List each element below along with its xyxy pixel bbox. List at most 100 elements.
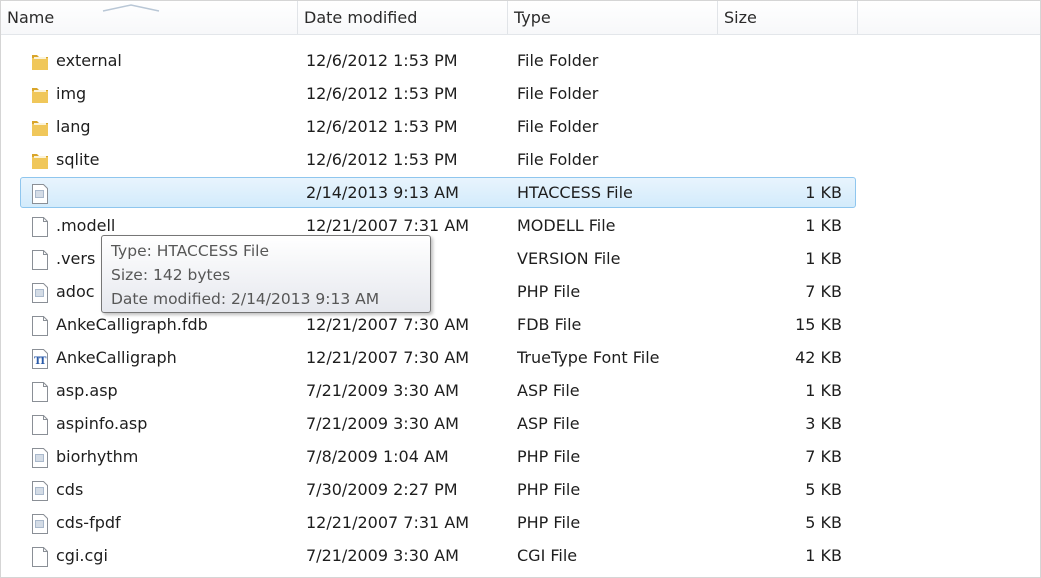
file-type: File Folder <box>517 150 599 169</box>
sort-arrow-icon <box>102 4 160 12</box>
file-info-tooltip: Type: HTACCESS File Size: 142 bytes Date… <box>101 235 431 313</box>
blank-file-icon <box>31 382 49 402</box>
column-header-name-label: Name <box>7 8 55 27</box>
file-row[interactable]: T T AnkeCalligraph 12/21/2007 7:30 AM TrueTy… <box>1 341 1040 374</box>
font-file-icon: TT <box>31 349 49 369</box>
file-size: 1 KB <box>805 183 842 202</box>
blank-file-icon <box>31 547 49 567</box>
file-size <box>717 77 842 110</box>
file-date-modified: 7/21/2009 3:30 AM <box>306 414 459 433</box>
file-date-modified: 12/6/2012 1:53 PM <box>306 51 458 70</box>
folder-icon <box>31 52 49 72</box>
file-name: lang <box>56 117 91 136</box>
tooltip-type: Type: HTACCESS File <box>111 242 269 260</box>
file-name: aspinfo.asp <box>56 414 148 433</box>
file-type: HTACCESS File <box>517 183 633 202</box>
file-type: TrueType Font File <box>517 348 660 367</box>
file-date-modified: 12/6/2012 1:53 PM <box>306 117 458 136</box>
file-list-view: Name Date modified Type Size external 12/… <box>0 0 1041 578</box>
file-size: 1 KB <box>805 546 842 565</box>
file-size: 7 KB <box>805 447 842 466</box>
column-header-name[interactable]: Name <box>1 1 298 34</box>
file-name: cds-fpdf <box>56 513 121 532</box>
svg-text:T: T <box>39 356 47 367</box>
file-name: AnkeCalligraph <box>56 348 177 367</box>
file-type: CGI File <box>517 546 578 565</box>
file-type: File Folder <box>517 51 599 70</box>
file-row[interactable]: cds-fpdf 12/21/2007 7:31 AM PHP File 5 KB <box>1 506 1040 539</box>
file-row[interactable]: 2/14/2013 9:13 AM HTACCESS File 1 KB <box>1 176 1040 209</box>
file-size: 5 KB <box>805 480 842 499</box>
file-size: 1 KB <box>805 216 842 235</box>
file-type: PHP File <box>517 282 581 301</box>
file-type: PHP File <box>517 480 581 499</box>
blank-file-icon <box>31 316 49 336</box>
column-header-date[interactable]: Date modified <box>298 1 508 34</box>
folder-icon <box>31 118 49 138</box>
file-name: biorhythm <box>56 447 139 466</box>
text-file-icon <box>31 184 49 204</box>
column-header-size-label: Size <box>724 8 757 27</box>
file-size <box>717 143 842 176</box>
file-size: 1 KB <box>805 381 842 400</box>
column-header-type[interactable]: Type <box>508 1 718 34</box>
file-type: VERSION File <box>517 249 621 268</box>
column-header-type-label: Type <box>514 8 551 27</box>
file-size: 15 KB <box>795 315 842 334</box>
blank-file-icon <box>31 217 49 237</box>
file-row[interactable]: cgi.cgi 7/21/2009 3:30 AM CGI File 1 KB <box>1 539 1040 572</box>
column-header-size[interactable]: Size <box>718 1 858 34</box>
file-size <box>717 110 842 143</box>
file-name: sqlite <box>56 150 100 169</box>
file-date-modified: 7/30/2009 2:27 PM <box>306 480 458 499</box>
file-row[interactable]: cds 7/30/2009 2:27 PM PHP File 5 KB <box>1 473 1040 506</box>
file-type: PHP File <box>517 513 581 532</box>
file-name: external <box>56 51 122 70</box>
file-date-modified: 2/14/2013 9:13 AM <box>306 183 459 202</box>
file-row[interactable]: external 12/6/2012 1:53 PM File Folder <box>1 44 1040 77</box>
file-size: 7 KB <box>805 282 842 301</box>
file-date-modified: 7/21/2009 3:30 AM <box>306 381 459 400</box>
file-type: File Folder <box>517 84 599 103</box>
column-header-bar: Name Date modified Type Size <box>1 1 1040 35</box>
file-type: PHP File <box>517 447 581 466</box>
file-row[interactable]: sqlite 12/6/2012 1:53 PM File Folder <box>1 143 1040 176</box>
blank-file-icon <box>31 250 49 270</box>
file-date-modified: 12/21/2007 7:31 AM <box>306 513 470 532</box>
file-row[interactable]: biorhythm 7/8/2009 1:04 AM PHP File 7 KB <box>1 440 1040 473</box>
file-date-modified: 12/6/2012 1:53 PM <box>306 150 458 169</box>
file-row[interactable]: asp.asp 7/21/2009 3:30 AM ASP File 1 KB <box>1 374 1040 407</box>
file-date-modified: 12/6/2012 1:53 PM <box>306 84 458 103</box>
file-row[interactable]: img 12/6/2012 1:53 PM File Folder <box>1 77 1040 110</box>
column-header-date-label: Date modified <box>304 8 418 27</box>
file-name: cds <box>56 480 84 499</box>
file-size: 5 KB <box>805 513 842 532</box>
file-row[interactable]: lang 12/6/2012 1:53 PM File Folder <box>1 110 1040 143</box>
blank-file-icon <box>31 415 49 435</box>
file-size: 3 KB <box>805 414 842 433</box>
file-name <box>56 176 296 209</box>
file-size: 42 KB <box>795 348 842 367</box>
text-file-icon <box>31 481 49 501</box>
file-date-modified: 7/21/2009 3:30 AM <box>306 546 459 565</box>
file-type: FDB File <box>517 315 582 334</box>
file-size <box>717 44 842 77</box>
tooltip-size: Size: 142 bytes <box>111 266 231 284</box>
tooltip-date: Date modified: 2/14/2013 9:13 AM <box>111 290 380 308</box>
file-row[interactable]: aspinfo.asp 7/21/2009 3:30 AM ASP File 3 KB <box>1 407 1040 440</box>
file-type: MODELL File <box>517 216 616 235</box>
text-file-icon <box>31 514 49 534</box>
file-type: ASP File <box>517 381 580 400</box>
folder-icon <box>31 85 49 105</box>
file-type: File Folder <box>517 117 599 136</box>
file-date-modified: 12/21/2007 7:30 AM <box>306 348 470 367</box>
file-name: asp.asp <box>56 381 118 400</box>
file-date-modified: 7/8/2009 1:04 AM <box>306 447 449 466</box>
file-type: ASP File <box>517 414 580 433</box>
file-name: cgi.cgi <box>56 546 108 565</box>
file-size: 1 KB <box>805 249 842 268</box>
text-file-icon <box>31 283 49 303</box>
folder-icon <box>31 151 49 171</box>
text-file-icon <box>31 448 49 468</box>
file-name: img <box>56 84 87 103</box>
